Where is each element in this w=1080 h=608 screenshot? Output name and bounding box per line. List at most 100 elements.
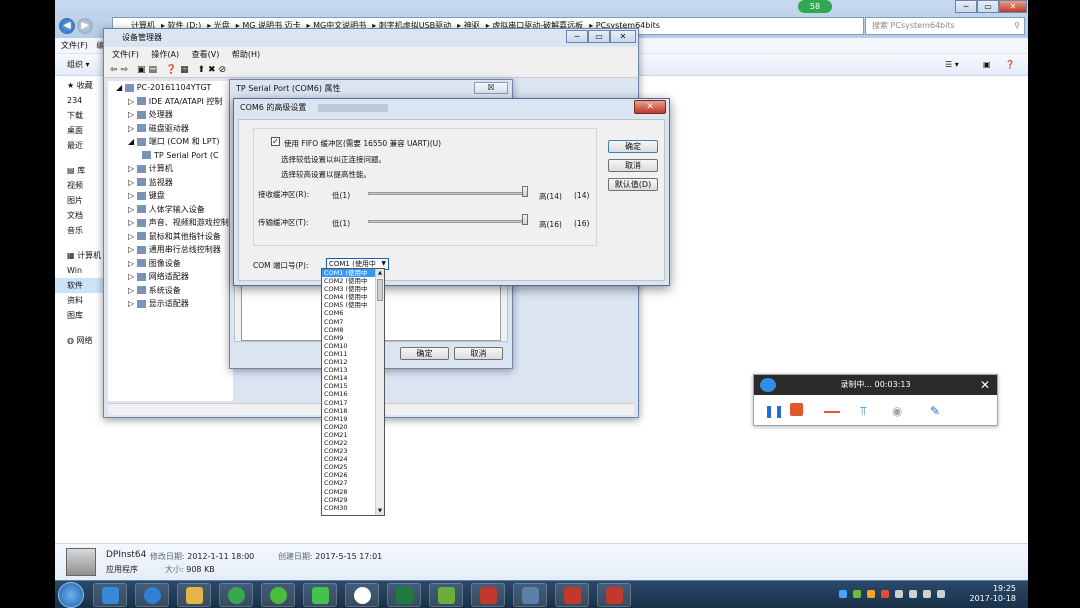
nav-item[interactable]: 桌面 (55, 123, 105, 138)
tray-icon[interactable] (853, 590, 861, 598)
nav-libraries[interactable]: ▤ 库 (55, 163, 105, 178)
pause-icon[interactable]: ❚❚ (764, 404, 784, 418)
update-driver-icon[interactable]: ⬆ (197, 65, 208, 75)
back-icon[interactable]: ⇦ (110, 65, 121, 75)
taskbar-ie[interactable] (135, 583, 169, 607)
rx-buffer-slider[interactable] (522, 186, 528, 197)
taskbar-app[interactable] (93, 583, 127, 607)
com-port-option[interactable]: COM15 (322, 382, 375, 390)
nav-network[interactable]: ◍ 网络 (55, 333, 105, 348)
nav-item[interactable]: 资料 (55, 293, 105, 308)
taskbar-app[interactable] (555, 583, 589, 607)
com-port-option[interactable]: COM17 (322, 399, 375, 407)
network-icon[interactable] (923, 590, 931, 598)
tree-item[interactable]: ▷ 磁盘驱动器 (108, 122, 233, 136)
ok-button[interactable]: 确定 (400, 347, 449, 360)
com-port-option[interactable]: COM26 (322, 471, 375, 479)
tray-icon[interactable] (839, 590, 847, 598)
tx-buffer-slider[interactable] (522, 214, 528, 225)
nav-item[interactable]: 图片 (55, 193, 105, 208)
nav-item[interactable]: 文档 (55, 208, 105, 223)
tree-item[interactable]: ◢ 端口 (COM 和 LPT) (108, 135, 233, 149)
com-port-option[interactable]: COM24 (322, 455, 375, 463)
taskbar-app[interactable] (597, 583, 631, 607)
close-icon[interactable]: ✕ (610, 30, 636, 43)
brush-icon[interactable]: ⫪ (860, 404, 867, 419)
close-button[interactable]: ✕ (634, 100, 666, 114)
stop-icon[interactable] (790, 403, 803, 416)
tray-icon[interactable] (881, 590, 889, 598)
tree-item[interactable]: ▷ 网络适配器 (108, 270, 233, 284)
fifo-checkbox[interactable]: ✓ (271, 137, 280, 146)
search-input[interactable]: 搜索 PCsystem64bits ⚲ (865, 17, 1025, 35)
com-port-option[interactable]: COM4 (使用中 (322, 293, 375, 301)
nav-item[interactable]: 图库 (55, 308, 105, 323)
pen-icon[interactable]: ✎ (930, 404, 940, 418)
menu-view[interactable]: 查看(V) (192, 50, 220, 59)
tray-icon[interactable] (895, 590, 903, 598)
tray-icon[interactable] (867, 590, 875, 598)
com-port-option[interactable]: COM9 (322, 334, 375, 342)
nav-item[interactable]: 下载 (55, 108, 105, 123)
tree-item[interactable]: ▷ 人体学输入设备 (108, 203, 233, 217)
scan-icon[interactable]: ▦ (180, 65, 192, 75)
close-button[interactable]: ☒ (474, 82, 508, 94)
com-port-dropdown[interactable]: COM1 (使用中 COM2 (使用中 COM3 (使用中 COM4 (使用中 COM5… (321, 268, 385, 516)
tree-item[interactable]: ▷ 键盘 (108, 189, 233, 203)
properties-icon[interactable]: ▣ (137, 65, 149, 75)
dropdown-scrollbar[interactable]: ▲ ▼ (375, 269, 384, 515)
com-port-option[interactable]: COM30 (322, 504, 375, 512)
webcam-icon[interactable]: ◉ (892, 404, 902, 418)
com-port-option[interactable]: COM13 (322, 366, 375, 374)
tree-item[interactable]: ▷ 监视器 (108, 176, 233, 190)
organize-button[interactable]: 组织 (67, 60, 83, 69)
nav-item[interactable]: 234 (55, 93, 105, 108)
com-port-option[interactable]: COM18 (322, 407, 375, 415)
view-icon[interactable]: ☰ ▾ (945, 54, 959, 76)
tree-item[interactable]: TP Serial Port (C (108, 149, 233, 163)
com-port-option[interactable]: COM6 (322, 309, 375, 317)
com-port-option[interactable]: COM19 (322, 415, 375, 423)
tree-item[interactable]: ▷ 计算机 (108, 162, 233, 176)
com-port-option[interactable]: COM10 (322, 342, 375, 350)
disable-icon[interactable]: ⊘ (219, 65, 230, 75)
minimize-icon[interactable]: ─ (955, 0, 977, 13)
forward-icon[interactable]: ⇨ (121, 65, 132, 75)
com-port-option[interactable]: COM25 (322, 463, 375, 471)
com-port-option[interactable]: COM12 (322, 358, 375, 366)
nav-favorites[interactable]: ★ 收藏 (55, 78, 105, 93)
menu-file[interactable]: 文件(F) (112, 50, 139, 59)
taskbar-wechat[interactable] (303, 583, 337, 607)
default-button[interactable]: 默认值(D) (608, 178, 658, 191)
nav-item[interactable]: 视频 (55, 178, 105, 193)
scroll-up-icon[interactable]: ▲ (376, 269, 384, 277)
clock[interactable]: 19:25 2017-10-18 (970, 584, 1017, 604)
com-port-option[interactable]: COM28 (322, 488, 375, 496)
tree-item-root[interactable]: ◢ PC-20161104YTGT (108, 81, 233, 95)
scroll-thumb[interactable] (377, 279, 383, 301)
com-port-option[interactable]: COM1 (使用中 (322, 269, 375, 278)
cancel-button[interactable]: 取消 (608, 159, 658, 172)
com-port-option[interactable]: COM16 (322, 390, 375, 398)
forward-icon[interactable]: ▶ (77, 18, 93, 34)
com-port-option[interactable]: COM7 (322, 318, 375, 326)
scroll-down-icon[interactable]: ▼ (376, 507, 384, 515)
tree-item[interactable]: ▷ IDE ATA/ATAPI 控制 (108, 95, 233, 109)
cancel-button[interactable]: 取消 (454, 347, 503, 360)
start-button[interactable] (58, 582, 84, 608)
tree-item[interactable]: ▷ 通用串行总线控制器 (108, 243, 233, 257)
volume-icon[interactable] (937, 590, 945, 598)
taskbar-chrome[interactable] (219, 583, 253, 607)
refresh-icon[interactable]: ▤ (148, 65, 160, 75)
tray-icon[interactable] (909, 590, 917, 598)
tree-item[interactable]: ▷ 系统设备 (108, 284, 233, 298)
nav-item[interactable]: 最近 (55, 138, 105, 153)
com-port-option[interactable]: COM21 (322, 431, 375, 439)
close-icon[interactable]: ✕ (999, 0, 1027, 13)
com-port-option[interactable]: COM5 (使用中 (322, 301, 375, 309)
nav-item[interactable]: Win (55, 263, 105, 278)
com-port-option[interactable]: COM20 (322, 423, 375, 431)
taskbar-clock[interactable] (345, 583, 379, 607)
back-icon[interactable]: ◀ (59, 18, 75, 34)
uninstall-icon[interactable]: ✖ (208, 65, 219, 75)
